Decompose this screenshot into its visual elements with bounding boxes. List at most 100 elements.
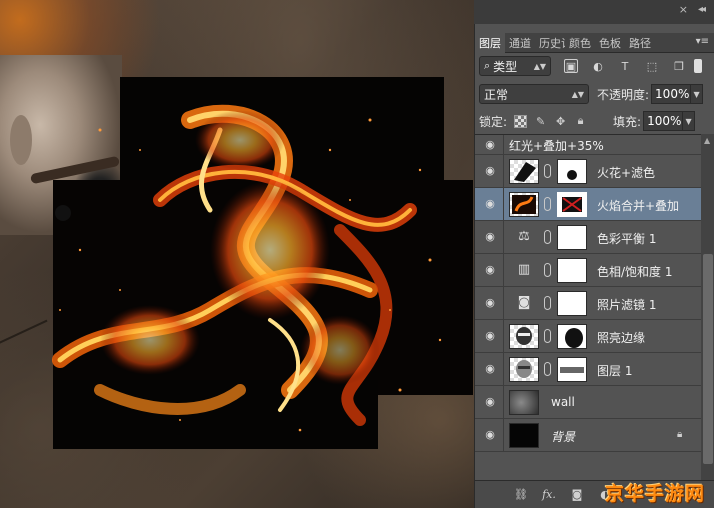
fill-dropdown-icon[interactable]: ▼ bbox=[683, 111, 696, 131]
scroll-up-arrow-icon[interactable]: ▲ bbox=[704, 136, 710, 145]
tab-channels[interactable]: 通道 bbox=[505, 33, 535, 53]
layer-mask-thumbnail[interactable] bbox=[557, 159, 587, 184]
scales-icon[interactable]: ⚖ bbox=[515, 229, 533, 245]
tab-swatches[interactable]: 色板 bbox=[595, 33, 625, 53]
layer-row[interactable]: ◉ ⚖ 色彩平衡 1 bbox=[475, 221, 701, 254]
lock-image-pixels-icon[interactable]: ✎ bbox=[534, 115, 547, 128]
layer-mask-thumbnail[interactable] bbox=[557, 324, 587, 349]
eye-icon[interactable]: ◉ bbox=[483, 198, 497, 210]
lock-transparent-pixels-icon[interactable] bbox=[514, 114, 528, 128]
layer-mask-thumbnail[interactable] bbox=[557, 357, 587, 382]
eye-icon[interactable]: ◉ bbox=[483, 297, 497, 309]
eye-icon[interactable]: ◉ bbox=[483, 138, 497, 151]
tab-layers[interactable]: 图层 bbox=[475, 33, 505, 53]
watermark-logo: 京华手游网 bbox=[604, 482, 705, 505]
divider bbox=[503, 320, 504, 352]
shape-layer-filter-icon[interactable]: ⬚ bbox=[645, 59, 659, 73]
layer-mask-thumbnail[interactable] bbox=[557, 225, 587, 250]
portrait-thumbnail-art bbox=[516, 360, 532, 378]
layer-name: 图层 1 bbox=[597, 364, 633, 378]
mask-thumbnail-art bbox=[562, 197, 582, 212]
layer-row[interactable]: ◉ 背景 🔒︎ bbox=[475, 419, 701, 452]
adjustment-layer-filter-icon[interactable]: ◐ bbox=[591, 59, 605, 73]
add-mask-icon[interactable]: ◙ bbox=[569, 487, 585, 503]
eye-icon[interactable]: ◉ bbox=[483, 396, 497, 408]
hue-saturation-icon[interactable]: ▥ bbox=[515, 262, 533, 278]
divider bbox=[503, 287, 504, 319]
link-chain-icon[interactable] bbox=[544, 329, 551, 343]
layer-row[interactable]: ◉ wall bbox=[475, 386, 701, 419]
opacity-input[interactable]: 100% bbox=[651, 84, 692, 104]
layer-row-selected[interactable]: ◉ 火焰合并+叠加 bbox=[475, 188, 701, 221]
lock-row: 锁定: ✎ ✥ 🔒︎ 填充: 100% ▼ bbox=[479, 110, 711, 132]
eye-icon[interactable]: ◉ bbox=[483, 165, 497, 177]
panel-tabs: 图层 通道 历史记 颜色 色板 路径 ▾≡ bbox=[475, 33, 714, 53]
opacity-dropdown-icon[interactable]: ▼ bbox=[691, 84, 704, 104]
layer-row[interactable]: ◉ ▥ 色相/饱和度 1 bbox=[475, 254, 701, 287]
scrollbar-thumb[interactable] bbox=[703, 254, 713, 464]
divider bbox=[503, 188, 504, 220]
pixel-layer-filter-icon[interactable]: ▣ bbox=[564, 59, 578, 73]
fill-input[interactable]: 100% bbox=[643, 111, 684, 131]
smart-object-filter-icon[interactable]: ❒ bbox=[672, 59, 686, 73]
tab-history[interactable]: 历史记 bbox=[535, 33, 565, 53]
updown-arrows-icon: ▲▼ bbox=[533, 61, 546, 71]
layer-mask-thumbnail[interactable] bbox=[557, 291, 587, 316]
layer-row[interactable]: ◉ 火花+滤色 bbox=[475, 155, 701, 188]
layer-thumbnail[interactable] bbox=[509, 357, 539, 382]
search-icon: ⌕ bbox=[484, 59, 491, 72]
blend-row: 正常 ▲▼ 不透明度: 100% ▼ bbox=[479, 82, 711, 106]
layer-row[interactable]: ◉ 照亮边缘 bbox=[475, 320, 701, 353]
panel-menu-icon[interactable]: ▾≡ bbox=[696, 36, 709, 47]
layer-thumbnail[interactable] bbox=[509, 390, 539, 415]
layer-thumbnail[interactable] bbox=[509, 159, 539, 184]
layer-row[interactable]: ◉ ◙ 照片滤镜 1 bbox=[475, 287, 701, 320]
blend-mode-select[interactable]: 正常 ▲▼ bbox=[479, 84, 589, 104]
link-chain-icon[interactable] bbox=[544, 296, 551, 310]
link-chain-icon[interactable] bbox=[544, 197, 551, 211]
divider bbox=[503, 135, 504, 154]
fx-icon[interactable]: fx. bbox=[541, 487, 557, 503]
link-chain-icon[interactable] bbox=[544, 263, 551, 277]
layer-thumbnail[interactable] bbox=[509, 192, 539, 217]
lock-position-icon[interactable]: ✥ bbox=[554, 115, 567, 128]
type-layer-filter-icon[interactable]: T bbox=[618, 59, 632, 73]
blend-mode-value: 正常 bbox=[484, 87, 509, 102]
layer-name: 火花+滤色 bbox=[597, 166, 656, 180]
lock-all-icon[interactable]: 🔒︎ bbox=[574, 114, 587, 128]
collapse-panel-icon[interactable]: ◂◂ bbox=[698, 4, 706, 15]
portrait-ear bbox=[10, 115, 32, 165]
eye-icon[interactable]: ◉ bbox=[483, 429, 497, 441]
layer-mask-thumbnail[interactable] bbox=[557, 192, 587, 217]
tab-color[interactable]: 颜色 bbox=[565, 33, 595, 53]
layer-name: wall bbox=[551, 395, 575, 409]
fill-label: 填充: bbox=[613, 114, 642, 129]
layer-thumbnail[interactable] bbox=[509, 324, 539, 349]
portrait-thumbnail-art bbox=[516, 327, 532, 345]
layer-filter-select[interactable]: ⌕ 类型 ▲▼ bbox=[479, 56, 551, 76]
layer-thumbnail[interactable] bbox=[509, 423, 539, 448]
link-layers-icon[interactable]: ⛓ bbox=[513, 487, 529, 503]
document-canvas[interactable] bbox=[0, 0, 474, 508]
layer-list-scrollbar[interactable]: ▲ bbox=[701, 134, 714, 480]
spark-thumbnail-art bbox=[514, 162, 536, 182]
eye-icon[interactable]: ◉ bbox=[483, 363, 497, 375]
layer-row[interactable]: ◉ 红光+叠加+35% bbox=[475, 135, 701, 155]
tab-paths[interactable]: 路径 bbox=[625, 33, 655, 53]
flame-glows bbox=[100, 110, 380, 385]
layer-name: 照片滤镜 1 bbox=[597, 298, 657, 312]
link-chain-icon[interactable] bbox=[544, 230, 551, 244]
eye-icon[interactable]: ◉ bbox=[483, 231, 497, 243]
close-icon[interactable]: × bbox=[679, 3, 688, 16]
eye-icon[interactable]: ◉ bbox=[483, 264, 497, 276]
divider bbox=[503, 254, 504, 286]
camera-icon[interactable]: ◙ bbox=[515, 295, 533, 311]
layer-row[interactable]: ◉ 图层 1 bbox=[475, 353, 701, 386]
filter-toggle-switch[interactable] bbox=[694, 59, 702, 73]
layer-mask-thumbnail[interactable] bbox=[557, 258, 587, 283]
link-chain-icon[interactable] bbox=[544, 362, 551, 376]
eye-icon[interactable]: ◉ bbox=[483, 330, 497, 342]
mask-thumbnail-art bbox=[567, 170, 577, 180]
layer-list: ◉ 红光+叠加+35% ◉ 火花+滤色 ◉ 火焰合并+叠加 ◉ ⚖ 色彩平衡 1… bbox=[475, 134, 701, 480]
link-chain-icon[interactable] bbox=[544, 164, 551, 178]
